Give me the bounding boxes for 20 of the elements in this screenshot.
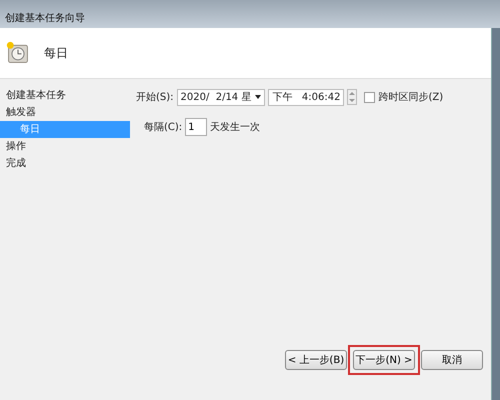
dropdown-icon[interactable]: [255, 95, 262, 99]
spinner-icon[interactable]: [347, 89, 358, 105]
start-label: 开始(S):: [136, 91, 174, 104]
wizard-button[interactable]: < 上一步(B): [285, 350, 347, 370]
date-picker[interactable]: 2020/ 2/14 星: [176, 88, 266, 106]
interval-label: 每隔(C):: [144, 121, 182, 134]
step-item[interactable]: 完成: [0, 155, 130, 172]
checkbox[interactable]: [364, 92, 376, 102]
window-title: 创建基本任务向导: [5, 12, 85, 25]
wizard-button[interactable]: 取消: [421, 350, 483, 370]
step-item[interactable]: 触发器: [0, 104, 130, 121]
interval-field[interactable]: 1: [185, 118, 208, 136]
interval-suffix: 天发生一次: [210, 120, 260, 134]
checkbox-label: 跨时区同步(Z): [378, 90, 444, 104]
step-item[interactable]: 操作: [0, 138, 130, 155]
step-item[interactable]: 创建基本任务: [0, 87, 130, 104]
time-field[interactable]: 下午 4:06:42: [268, 88, 344, 106]
wizard-button[interactable]: 下一步(N) >: [353, 350, 415, 370]
page-heading: 每日: [44, 44, 68, 62]
clock-icon: [6, 41, 30, 65]
